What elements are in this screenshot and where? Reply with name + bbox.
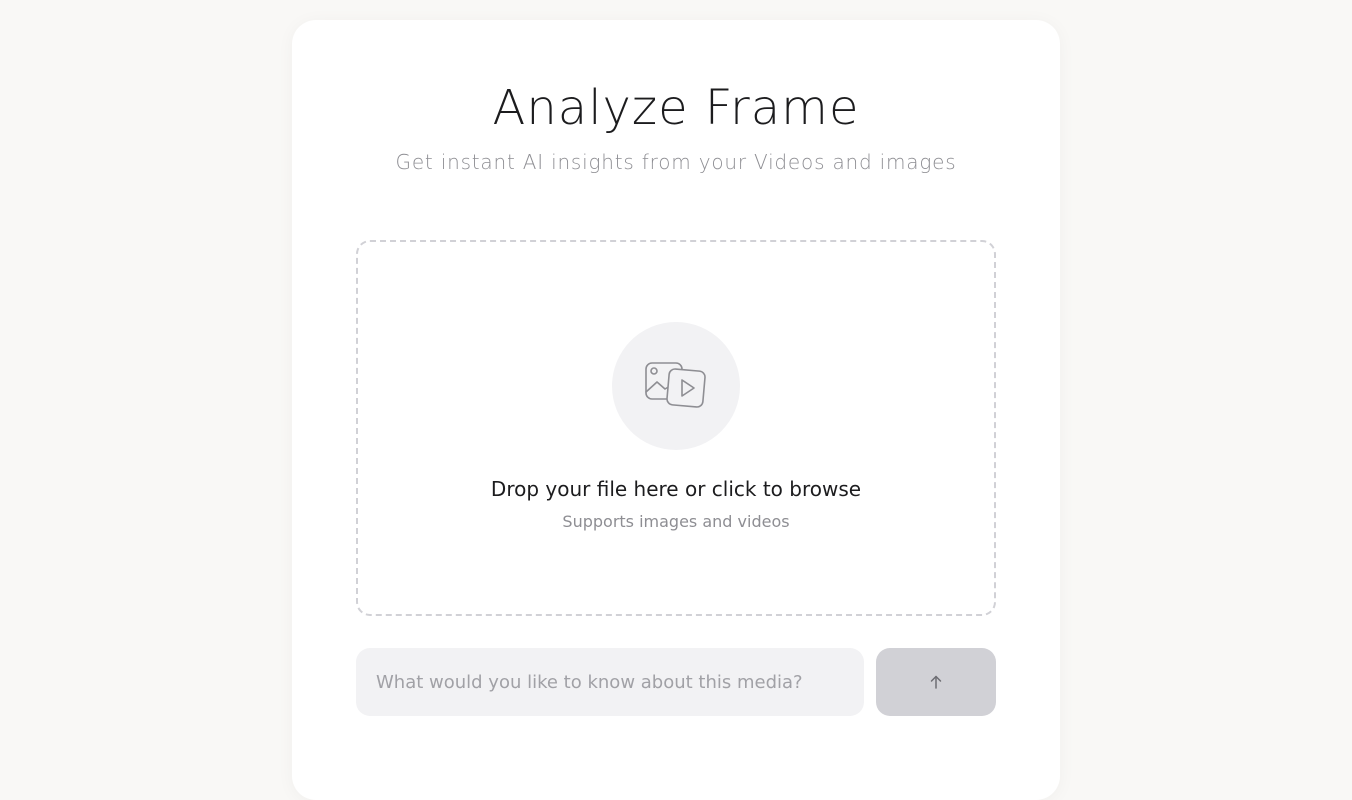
arrow-up-icon	[930, 675, 942, 689]
page-subtitle: Get instant AI insights from your Videos…	[395, 150, 957, 174]
analyze-card: Analyze Frame Get instant AI insights fr…	[292, 20, 1060, 800]
file-dropzone[interactable]: Drop your file here or click to browse S…	[356, 240, 996, 616]
media-icon-circle	[612, 322, 740, 450]
page-title: Analyze Frame	[492, 80, 860, 136]
question-input[interactable]	[356, 648, 864, 716]
dropzone-supported-types: Supports images and videos	[562, 512, 790, 531]
image-video-icon	[645, 362, 706, 408]
dropzone-prompt: Drop your file here or click to browse	[490, 477, 862, 501]
send-button[interactable]	[876, 648, 996, 716]
